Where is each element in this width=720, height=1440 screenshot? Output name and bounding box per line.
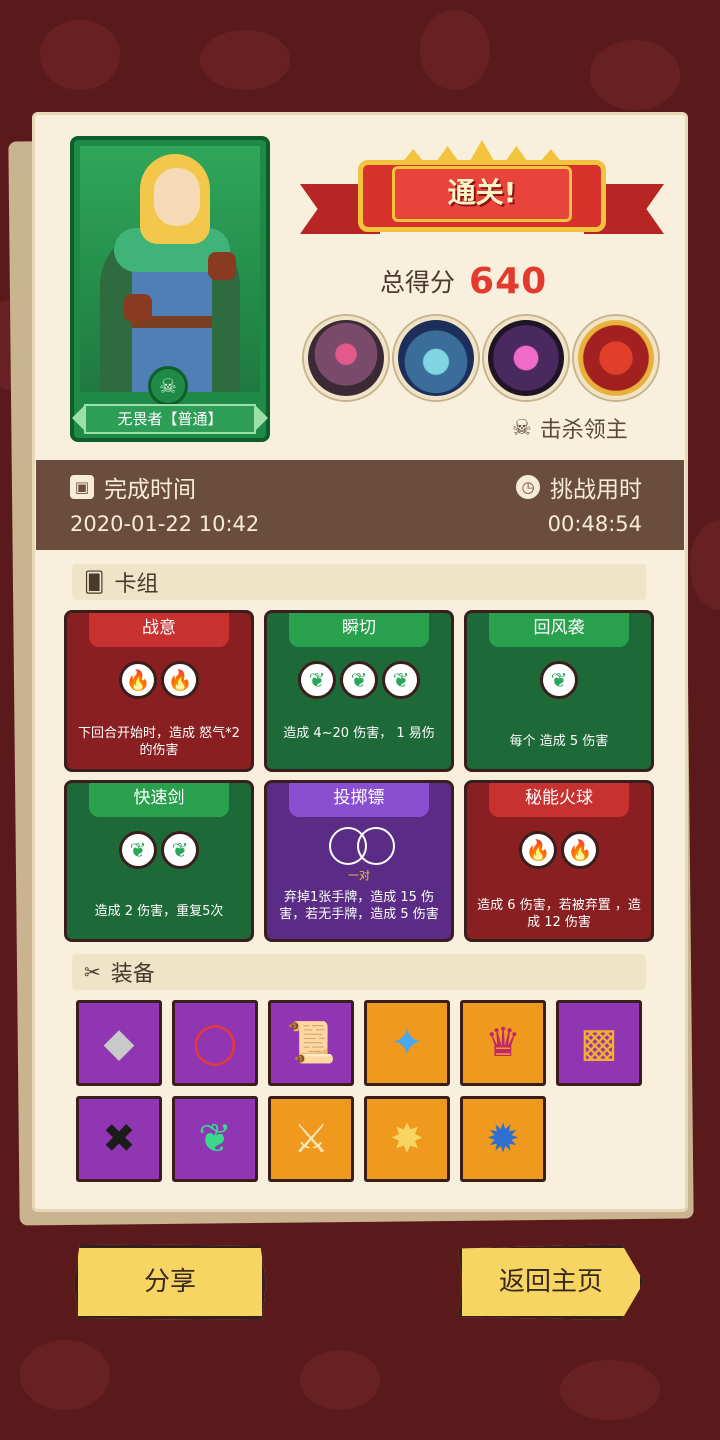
card-description: 弃掉1张手牌，造成 15 伤害，若无手牌，造成 5 伤害 — [279, 890, 439, 922]
share-button[interactable]: 分享 — [74, 1244, 266, 1320]
film-icon: ▣ — [70, 475, 94, 499]
complete-time-label: 完成时间 — [104, 477, 196, 503]
card-cost-orbs: 🔥 🔥 — [467, 831, 651, 869]
return-home-button[interactable]: 返回主页 — [458, 1244, 644, 1320]
scroll-icon[interactable]: 📜 — [268, 1000, 354, 1086]
winged-sword-icon[interactable]: ⚔ — [268, 1096, 354, 1182]
boss-portrait-stone-golem — [304, 316, 388, 400]
card-cost-orbs: ❦ ❦ ❦ — [267, 661, 451, 699]
spiked-orb-icon[interactable]: ✹ — [460, 1096, 546, 1182]
time-strip: ▣ 完成时间 2020-01-22 10:42 ◷ 挑战用时 00:48:54 — [36, 460, 684, 550]
deck-card[interactable]: 投掷镖 一对 弃掉1张手牌，造成 15 伤害，若无手牌，造成 5 伤害 — [264, 780, 454, 942]
card-name: 秘能火球 — [525, 788, 593, 808]
victory-title: 通关! — [392, 166, 572, 222]
hero-left-arrow-icon — [72, 406, 84, 430]
boss-portrait-pink-demon — [484, 316, 568, 400]
fire-icon: 🔥 — [119, 661, 157, 699]
card-name: 战意 — [142, 618, 176, 638]
pair-label: 一对 — [348, 869, 370, 882]
complete-time-label-row: ▣ 完成时间 — [70, 470, 196, 504]
deck-section-header: 🂠 卡组 — [72, 564, 646, 600]
equipment-section-header: ✂ 装备 — [72, 954, 646, 990]
deck-card[interactable]: 战意 🔥 🔥 下回合开始时，造成 怒气*2 的伤害 — [64, 610, 254, 772]
victory-banner: 通关! — [300, 140, 664, 260]
crossed-tools-icon: ✂ — [84, 960, 101, 984]
crown-helm-icon[interactable]: ♛ — [460, 1000, 546, 1086]
challenge-time-label-row: ◷ 挑战用时 — [516, 470, 642, 504]
score-row: 总得分 640 — [380, 256, 547, 306]
leaf-icon: ❦ — [119, 831, 157, 869]
score-value: 640 — [469, 260, 548, 302]
kill-lord-label-row: ☠ 击杀领主 — [512, 410, 628, 446]
card-name: 回风袭 — [533, 618, 585, 638]
pair-ring-icon — [357, 827, 395, 865]
card-description: 每个 造成 5 伤害 — [509, 734, 609, 749]
card-description: 造成 6 伤害，若被弃置 ，造成 12 伤害 — [477, 898, 641, 930]
card-name: 快速剑 — [133, 788, 185, 808]
fire-icon: 🔥 — [561, 831, 599, 869]
boss-portrait-crowned-skull — [394, 316, 478, 400]
dark-cube-icon[interactable]: ✖ — [76, 1096, 162, 1182]
card-description: 造成 2 伤害，重复5次 — [94, 904, 224, 919]
fire-icon: 🔥 — [161, 661, 199, 699]
card-description: 下回合开始时，造成 怒气*2 的伤害 — [78, 726, 240, 758]
hero-card: ☠ 无畏者【普通】 — [70, 136, 270, 442]
leaf-icon: ❦ — [298, 661, 336, 699]
leaf-icon: ❦ — [161, 831, 199, 869]
stopwatch-icon: ◷ — [516, 475, 540, 499]
green-leaf-gem-icon[interactable]: ❦ — [172, 1096, 258, 1182]
hero-name: 无畏者【普通】 — [84, 404, 256, 434]
fire-icon: 🔥 — [519, 831, 557, 869]
hero-right-arrow-icon — [256, 406, 268, 430]
horned-skull-icon: ☠ — [512, 415, 532, 441]
leaf-icon: ❦ — [540, 661, 578, 699]
equipment-title: 装备 — [110, 962, 155, 987]
deck-card[interactable]: 瞬切 ❦ ❦ ❦ 造成 4~20 伤害， 1 易伤 — [264, 610, 454, 772]
deck-card[interactable]: 快速剑 ❦ ❦ 造成 2 伤害，重复5次 — [64, 780, 254, 942]
card-cost-orbs: ❦ — [467, 661, 651, 699]
challenge-time-value: 00:48:54 — [547, 512, 642, 536]
fire-cube-icon[interactable]: ▩ — [556, 1000, 642, 1086]
card-name: 瞬切 — [342, 618, 376, 638]
blue-crystal-icon[interactable]: ✦ — [364, 1000, 450, 1086]
score-label: 总得分 — [380, 268, 456, 297]
deck-title: 卡组 — [114, 572, 159, 597]
diamond-shard-icon[interactable]: ◆ — [76, 1000, 162, 1086]
card-description: 造成 4~20 伤害， 1 易伤 — [283, 726, 435, 741]
deck-card[interactable]: 秘能火球 🔥 🔥 造成 6 伤害，若被弃置 ，造成 12 伤害 — [464, 780, 654, 942]
card-cost-orbs: 🔥 🔥 — [67, 661, 251, 699]
complete-time-value: 2020-01-22 10:42 — [70, 512, 260, 536]
boss-portrait-red-oni — [574, 316, 658, 400]
kill-lord-label: 击杀领主 — [539, 418, 628, 443]
deck-card[interactable]: 回风袭 ❦ 每个 造成 5 伤害 — [464, 610, 654, 772]
hero-portrait — [80, 146, 260, 392]
trophy-badge-icon[interactable]: ✸ — [364, 1096, 450, 1182]
leaf-icon: ❦ — [340, 661, 378, 699]
cards-icon: 🂠 — [84, 570, 105, 594]
red-ring-icon[interactable]: ◯ — [172, 1000, 258, 1086]
challenge-time-label: 挑战用时 — [550, 477, 642, 503]
card-name: 投掷镖 — [333, 788, 385, 808]
skull-icon: ☠ — [148, 366, 188, 406]
card-cost-orbs: ❦ ❦ — [67, 831, 251, 869]
leaf-icon: ❦ — [382, 661, 420, 699]
